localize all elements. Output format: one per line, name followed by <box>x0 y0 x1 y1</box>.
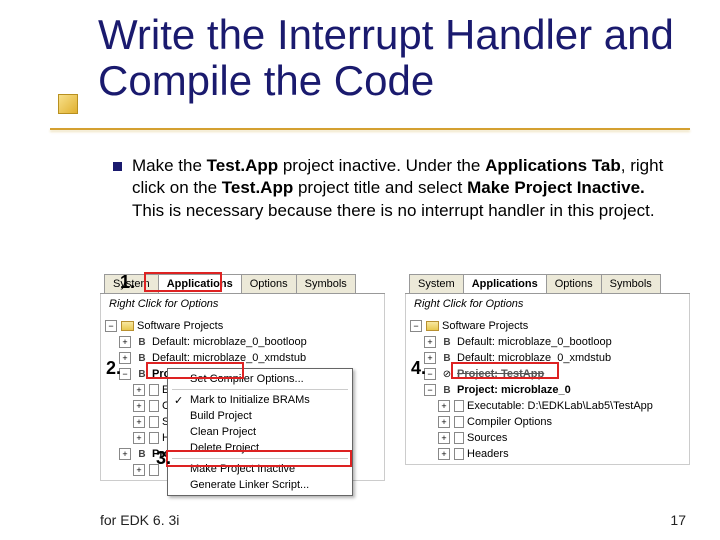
ctx-separator <box>172 389 348 390</box>
tree-item[interactable]: Project: microblaze_0 <box>457 384 571 396</box>
context-menu: Set Compiler Options... Mark to Initiali… <box>167 368 353 496</box>
bram-icon: B <box>440 336 454 348</box>
expand-icon[interactable]: + <box>438 400 450 412</box>
doc-icon <box>149 432 159 444</box>
ctx-clean[interactable]: Clean Project <box>168 424 352 440</box>
tree-item[interactable]: Sources <box>467 432 507 444</box>
ctx-linker[interactable]: Generate Linker Script... <box>168 477 352 493</box>
bram-icon: B <box>135 368 149 380</box>
step-3: 3. <box>156 448 171 469</box>
tree-item[interactable]: Default: microblaze_0_bootloop <box>152 336 307 348</box>
collapse-icon[interactable]: − <box>424 384 436 396</box>
ctx-separator <box>172 458 348 459</box>
expand-icon[interactable]: + <box>133 416 145 428</box>
doc-icon <box>149 400 159 412</box>
expand-icon[interactable]: + <box>424 336 436 348</box>
tree-item[interactable]: Default: microblaze_0_xmdstub <box>457 352 611 364</box>
ctx-mark-bram[interactable]: Mark to Initialize BRAMs <box>168 392 352 408</box>
expand-icon[interactable]: + <box>133 384 145 396</box>
doc-icon <box>149 384 159 396</box>
ctx-delete[interactable]: Delete Project <box>168 440 352 456</box>
bram-icon: B <box>135 352 149 364</box>
ctx-build[interactable]: Build Project <box>168 408 352 424</box>
tree-root: Software Projects <box>137 320 223 332</box>
step-1: 1. <box>120 272 135 293</box>
tab-symbols[interactable]: Symbols <box>601 274 661 293</box>
tab-row: System Applications Options Symbols <box>100 272 385 294</box>
tree-item[interactable]: Executable: D:\EDKLab\Lab5\TestApp <box>467 400 653 412</box>
rightclick-hint: Right Click for Options <box>405 294 690 314</box>
project-tree[interactable]: −Software Projects +BDefault: microblaze… <box>405 314 690 465</box>
ctx-make-inactive[interactable]: Make Project Inactive <box>168 461 352 477</box>
tree-item[interactable]: Compiler Options <box>467 416 552 428</box>
tab-system[interactable]: System <box>409 274 464 293</box>
footer-version: for EDK 6. 3i <box>100 512 179 528</box>
doc-icon <box>454 400 464 412</box>
folder-icon <box>121 321 134 331</box>
expand-icon[interactable]: + <box>438 448 450 460</box>
slide-title: Write the Interrupt Handler and Compile … <box>98 12 690 104</box>
expand-icon[interactable]: − <box>410 320 422 332</box>
expand-icon[interactable]: − <box>105 320 117 332</box>
title-bullet-decoration <box>58 94 78 114</box>
rightclick-hint: Right Click for Options <box>100 294 385 314</box>
tree-item[interactable]: Default: microblaze_0_bootloop <box>457 336 612 348</box>
project-tree[interactable]: −Software Projects +BDefault: microblaze… <box>100 314 385 481</box>
doc-icon <box>454 448 464 460</box>
expand-icon[interactable]: + <box>438 416 450 428</box>
doc-icon <box>454 432 464 444</box>
page-number: 17 <box>670 512 686 528</box>
bram-icon: B <box>135 336 149 348</box>
tab-options[interactable]: Options <box>546 274 602 293</box>
expand-icon[interactable]: + <box>438 432 450 444</box>
bram-icon: B <box>135 448 149 460</box>
expand-icon[interactable]: + <box>133 432 145 444</box>
bram-icon: B <box>440 352 454 364</box>
tree-item[interactable]: Headers <box>467 448 509 460</box>
body-bullet-icon <box>113 162 122 171</box>
tab-symbols[interactable]: Symbols <box>296 274 356 293</box>
tree-item-testapp-inactive[interactable]: Project: TestApp <box>457 368 544 380</box>
step-2: 2. <box>106 358 121 379</box>
expand-icon[interactable]: + <box>133 400 145 412</box>
tab-row: System Applications Options Symbols <box>405 272 690 294</box>
step-4: 4. <box>411 358 426 379</box>
expand-icon[interactable]: + <box>133 464 145 476</box>
tab-applications[interactable]: Applications <box>463 274 547 293</box>
tree-item[interactable]: Default: microblaze_0_xmdstub <box>152 352 306 364</box>
panel-before: System Applications Options Symbols Righ… <box>100 272 385 481</box>
bram-icon: B <box>440 384 454 396</box>
panel-after: System Applications Options Symbols Righ… <box>405 272 690 481</box>
tab-options[interactable]: Options <box>241 274 297 293</box>
tab-applications[interactable]: Applications <box>158 274 242 293</box>
inactive-icon: ⊘ <box>440 368 454 380</box>
expand-icon[interactable]: + <box>119 448 131 460</box>
doc-icon <box>149 416 159 428</box>
tree-root: Software Projects <box>442 320 528 332</box>
expand-icon[interactable]: + <box>119 336 131 348</box>
ctx-set-compiler[interactable]: Set Compiler Options... <box>168 371 352 387</box>
folder-icon <box>426 321 439 331</box>
doc-icon <box>454 416 464 428</box>
title-underline <box>50 128 690 130</box>
body-text: Make the Test.App project inactive. Unde… <box>132 155 672 222</box>
